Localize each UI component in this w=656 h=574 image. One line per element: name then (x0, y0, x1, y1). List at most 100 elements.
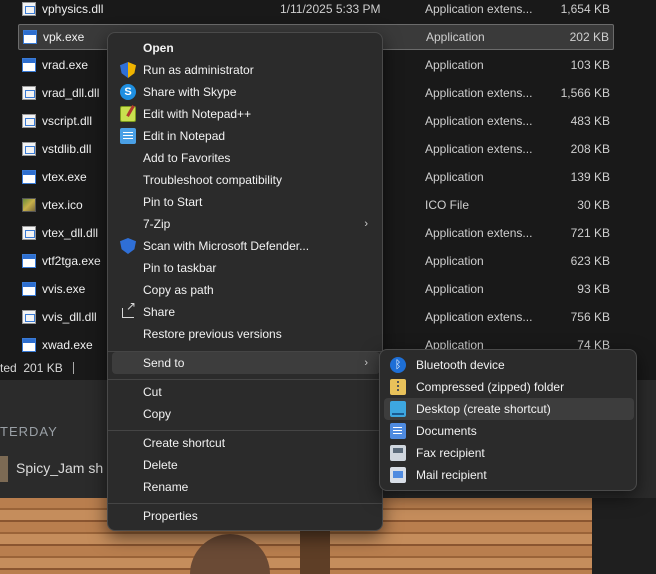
file-type: Application extens... (425, 86, 533, 100)
menu-item-label: Create shortcut (143, 436, 226, 450)
menu-item-label: Run as administrator (143, 63, 254, 77)
menu-item-add-favorites[interactable]: Add to Favorites (112, 147, 380, 169)
menu-item-edit-notepadpp[interactable]: Edit with Notepad++ (112, 103, 380, 125)
menu-item-label: 7-Zip (143, 217, 171, 231)
send-to-zip-folder[interactable]: Compressed (zipped) folder (384, 376, 634, 398)
desktop-icon (390, 401, 406, 417)
exe-file-icon (22, 254, 36, 268)
status-bar: ted 201 KB (0, 356, 74, 380)
feed-user-text[interactable]: Spicy_Jam sh (16, 460, 103, 476)
file-type: Application (425, 58, 484, 72)
file-date: 1/11/2025 5:33 PM (280, 2, 381, 16)
file-size: 103 KB (570, 58, 610, 72)
dll-file-icon (22, 226, 36, 240)
submenu-item-label: Desktop (create shortcut) (416, 402, 551, 416)
status-text: ted 201 KB (0, 361, 63, 375)
documents-icon (390, 423, 406, 439)
context-menu: Open Run as administrator S Share with S… (107, 32, 383, 531)
menu-item-cut[interactable]: Cut (112, 381, 380, 403)
menu-item-label: Delete (143, 458, 178, 472)
menu-item-create-shortcut[interactable]: Create shortcut (112, 432, 380, 454)
menu-item-properties[interactable]: Properties (112, 505, 380, 527)
file-size: 30 KB (577, 198, 610, 212)
menu-item-label: Restore previous versions (143, 327, 282, 341)
menu-item-share[interactable]: Share (112, 299, 380, 323)
file-size: 93 KB (577, 282, 610, 296)
menu-item-send-to[interactable]: Send to › (112, 352, 380, 374)
file-size: 721 KB (570, 226, 610, 240)
file-type: Application (425, 254, 484, 268)
menu-item-pin-start[interactable]: Pin to Start (112, 191, 380, 213)
menu-item-share-skype[interactable]: S Share with Skype (112, 81, 380, 103)
menu-item-label: Edit in Notepad (143, 129, 226, 143)
file-size: 139 KB (570, 170, 610, 184)
menu-item-copy-path[interactable]: Copy as path (112, 279, 380, 301)
menu-item-restore-versions[interactable]: Restore previous versions (112, 323, 380, 345)
menu-item-label: Rename (143, 480, 189, 494)
status-divider (72, 362, 74, 374)
uac-shield-icon (120, 62, 136, 78)
dll-file-icon (22, 310, 36, 324)
send-to-submenu: ᛒ Bluetooth device Compressed (zipped) f… (379, 349, 637, 491)
bluetooth-icon: ᛒ (390, 357, 406, 373)
file-type: Application extens... (425, 142, 533, 156)
menu-item-label: Edit with Notepad++ (143, 107, 252, 121)
photo-person (190, 534, 270, 574)
notepad-icon (120, 128, 136, 144)
menu-item-label: Send to (143, 356, 185, 370)
menu-item-pin-taskbar[interactable]: Pin to taskbar (112, 257, 380, 279)
menu-item-label: Copy (143, 407, 172, 421)
file-name: vphysics.dll (42, 2, 104, 16)
submenu-item-label: Documents (416, 424, 477, 438)
send-to-fax[interactable]: Fax recipient (384, 442, 634, 464)
menu-item-label: Open (143, 41, 174, 55)
file-type: Application extens... (425, 114, 533, 128)
send-to-mail[interactable]: Mail recipient (384, 464, 634, 486)
menu-item-edit-notepad[interactable]: Edit in Notepad (112, 125, 380, 147)
file-row[interactable]: vphysics.dll 1/11/2025 5:33 PM Applicati… (18, 0, 614, 22)
file-type: Application extens... (425, 226, 533, 240)
menu-item-delete[interactable]: Delete (112, 454, 380, 476)
menu-item-defender-scan[interactable]: Scan with Microsoft Defender... (112, 235, 380, 257)
file-size: 202 KB (569, 30, 609, 44)
menu-item-run-as-admin[interactable]: Run as administrator (112, 59, 380, 81)
zip-folder-icon (390, 379, 406, 395)
send-to-bluetooth[interactable]: ᛒ Bluetooth device (384, 354, 634, 376)
menu-item-7zip[interactable]: 7-Zip › (112, 213, 380, 235)
send-to-documents[interactable]: Documents (384, 420, 634, 442)
feed-side-panel (592, 498, 656, 574)
chevron-right-icon: › (364, 218, 368, 230)
menu-item-label: Share with Skype (143, 85, 237, 99)
exe-file-icon (22, 282, 36, 296)
menu-item-label: Share (143, 305, 176, 319)
menu-item-label: Scan with Microsoft Defender... (143, 239, 310, 253)
menu-item-rename[interactable]: Rename (112, 476, 380, 498)
menu-item-label: Pin to Start (143, 195, 203, 209)
menu-item-label: Add to Favorites (143, 151, 231, 165)
dll-file-icon (22, 142, 36, 156)
menu-item-label: Copy as path (143, 283, 214, 297)
menu-divider (108, 503, 382, 504)
exe-file-icon (23, 30, 37, 44)
exe-file-icon (22, 170, 36, 184)
file-size: 208 KB (570, 142, 610, 156)
file-size: 483 KB (570, 114, 610, 128)
feed-date-label: TERDAY (0, 424, 58, 439)
exe-file-icon (22, 338, 36, 352)
file-size: 623 KB (570, 254, 610, 268)
notepadpp-icon (120, 106, 136, 122)
file-type: Application (426, 30, 485, 44)
menu-item-open[interactable]: Open (112, 37, 380, 59)
menu-item-troubleshoot[interactable]: Troubleshoot compatibility (112, 169, 380, 191)
skype-icon: S (120, 84, 136, 100)
menu-divider (108, 379, 382, 380)
dll-file-icon (22, 114, 36, 128)
avatar[interactable] (0, 456, 8, 482)
menu-item-copy[interactable]: Copy (112, 403, 380, 425)
file-type: Application extens... (425, 310, 533, 324)
file-type: Application extens... (425, 2, 533, 16)
chevron-right-icon: › (364, 357, 368, 369)
send-to-desktop[interactable]: Desktop (create shortcut) (384, 398, 634, 420)
menu-divider (108, 430, 382, 431)
menu-item-label: Pin to taskbar (143, 261, 217, 275)
